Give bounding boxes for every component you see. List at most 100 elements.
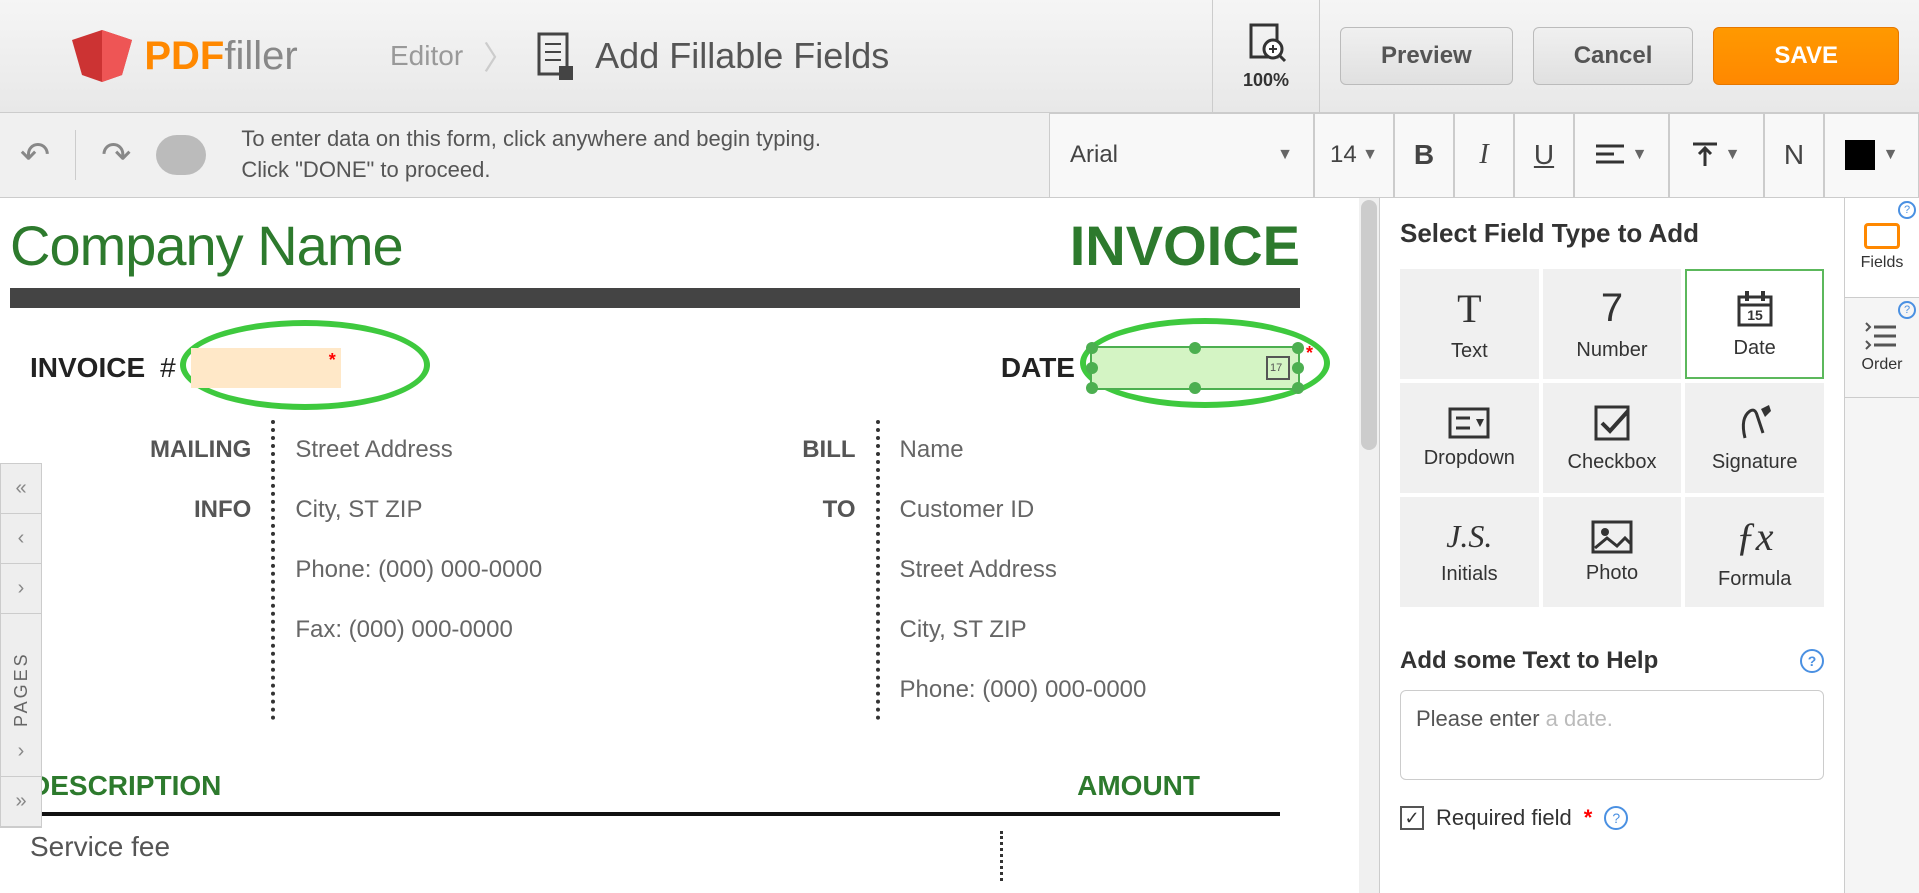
field-tile-number[interactable]: 7 Number: [1543, 269, 1682, 379]
date-label: DATE: [1001, 352, 1075, 384]
help-section: Add some Text to Help ? Please enter a d…: [1400, 647, 1824, 831]
resize-handle[interactable]: [1086, 342, 1098, 354]
tab-order[interactable]: ? Order: [1845, 298, 1919, 398]
field-tile-text[interactable]: T Text: [1400, 269, 1539, 379]
help-text-input[interactable]: Please enter a date.: [1400, 690, 1824, 780]
field-tile-date[interactable]: 15 Date: [1685, 269, 1824, 379]
chevron-down-icon: ▼: [1277, 146, 1293, 164]
amount-cell: [1000, 831, 1280, 881]
help-heading: Add some Text to Help: [1400, 647, 1658, 675]
resize-handle[interactable]: [1292, 342, 1304, 354]
n-button[interactable]: N: [1764, 113, 1824, 198]
field-tile-dropdown[interactable]: Dropdown: [1400, 383, 1539, 493]
field-tile-formula[interactable]: ƒx Formula: [1685, 497, 1824, 607]
align-button[interactable]: ▼: [1574, 113, 1669, 198]
underline-button[interactable]: U: [1514, 113, 1574, 198]
date-field[interactable]: *: [1090, 346, 1300, 390]
mailing-values: Street Address City, ST ZIP Phone: (000)…: [275, 420, 542, 720]
cancel-button[interactable]: Cancel: [1533, 27, 1694, 85]
pages-next-button[interactable]: ›: [1, 727, 41, 777]
valign-top-icon: [1693, 142, 1717, 168]
svg-text:15: 15: [1747, 307, 1763, 323]
number-icon: 7: [1601, 286, 1623, 331]
main-area: « ‹ › PAGES › » Company Name INVOICE INV…: [0, 198, 1919, 893]
field-tile-initials[interactable]: J.S. Initials: [1400, 497, 1539, 607]
required-star-icon: *: [1584, 805, 1593, 831]
required-checkbox[interactable]: ✓: [1400, 806, 1424, 830]
invoice-number-field[interactable]: *: [191, 348, 341, 388]
billto-city: City, ST ZIP: [900, 600, 1147, 660]
amount-header: AMOUNT: [1077, 770, 1280, 802]
resize-handle[interactable]: [1086, 362, 1098, 374]
valign-button[interactable]: ▼: [1669, 113, 1764, 198]
font-select[interactable]: Arial ▼: [1049, 113, 1314, 198]
page-title: Add Fillable Fields: [595, 35, 889, 77]
font-size-select[interactable]: 14 ▼: [1314, 113, 1394, 198]
tab-label: Fields: [1861, 254, 1904, 272]
field-tile-signature[interactable]: Signature: [1685, 383, 1824, 493]
tile-label: Signature: [1712, 451, 1798, 474]
signature-icon: [1735, 403, 1775, 443]
preview-button[interactable]: Preview: [1340, 27, 1513, 85]
hint-bubble-icon: [156, 135, 206, 175]
mailing-city: City, ST ZIP: [295, 480, 542, 540]
chevron-icon: 〉: [483, 33, 515, 79]
chevron-down-icon: ▼: [1883, 146, 1899, 164]
font-name: Arial: [1070, 141, 1118, 169]
dark-bar: [10, 288, 1300, 308]
fields-tab-icon: [1864, 223, 1900, 249]
italic-button[interactable]: I: [1454, 113, 1514, 198]
required-label: Required field: [1436, 805, 1572, 831]
formula-icon: ƒx: [1736, 513, 1774, 560]
color-button[interactable]: ▼: [1824, 113, 1919, 198]
help-icon[interactable]: ?: [1898, 301, 1916, 319]
logo-pdf: PDF: [144, 34, 224, 78]
resize-handle[interactable]: [1189, 382, 1201, 394]
doc-header-row: Company Name INVOICE: [10, 198, 1300, 288]
required-star-icon: *: [1306, 343, 1313, 364]
help-icon[interactable]: ?: [1604, 806, 1628, 830]
logo-filler: filler: [224, 34, 297, 78]
invoice-meta-row: INVOICE # * DATE: [10, 308, 1300, 420]
help-suffix: a date.: [1546, 706, 1613, 731]
pages-expand-button[interactable]: ›: [1, 564, 41, 614]
bill-label: BILL: [802, 420, 855, 480]
tab-fields[interactable]: ? Fields: [1845, 198, 1919, 298]
undo-button[interactable]: ↶: [20, 134, 50, 176]
resize-handle[interactable]: [1292, 362, 1304, 374]
field-tile-checkbox[interactable]: Checkbox: [1543, 383, 1682, 493]
billto-values: Name Customer ID Street Address City, ST…: [880, 420, 1147, 720]
editor-breadcrumb[interactable]: Editor: [390, 40, 463, 72]
zoom-control[interactable]: 100%: [1212, 0, 1320, 113]
help-icon[interactable]: ?: [1898, 201, 1916, 219]
panel-main: Select Field Type to Add T Text 7 Number…: [1380, 198, 1844, 893]
field-tile-photo[interactable]: Photo: [1543, 497, 1682, 607]
document-scrollbar[interactable]: [1359, 198, 1379, 893]
pages-first-button[interactable]: «: [1, 464, 41, 514]
toolbar-right: Arial ▼ 14 ▼ B I U ▼ ▼ N ▼: [1049, 113, 1919, 197]
mailing-labels: MAILING INFO: [150, 420, 275, 720]
tile-label: Photo: [1586, 562, 1638, 585]
text-icon: T: [1457, 285, 1481, 332]
bold-button[interactable]: B: [1394, 113, 1454, 198]
pages-last-button[interactable]: »: [1, 777, 41, 827]
required-row: ✓ Required field * ?: [1400, 805, 1824, 831]
tile-label: Initials: [1441, 563, 1498, 586]
billto-customer: Customer ID: [900, 480, 1147, 540]
resize-handle[interactable]: [1189, 342, 1201, 354]
resize-handle[interactable]: [1292, 382, 1304, 394]
resize-handle[interactable]: [1086, 382, 1098, 394]
scrollbar-thumb[interactable]: [1361, 200, 1377, 450]
date-section: DATE *: [1001, 346, 1300, 390]
pages-prev-button[interactable]: ‹: [1, 514, 41, 564]
redo-button[interactable]: ↷: [101, 134, 131, 176]
service-fee-text: Service fee: [30, 831, 170, 881]
chevron-down-icon: ▼: [1362, 146, 1378, 164]
help-prefix: Please enter: [1416, 706, 1546, 731]
save-button[interactable]: SAVE: [1713, 27, 1899, 85]
invoice-number-section: INVOICE # *: [30, 346, 341, 390]
invoice-document: Company Name INVOICE INVOICE # * DATE: [0, 198, 1320, 893]
help-icon[interactable]: ?: [1800, 649, 1824, 673]
separator: [75, 130, 76, 180]
document-area[interactable]: « ‹ › PAGES › » Company Name INVOICE INV…: [0, 198, 1379, 893]
